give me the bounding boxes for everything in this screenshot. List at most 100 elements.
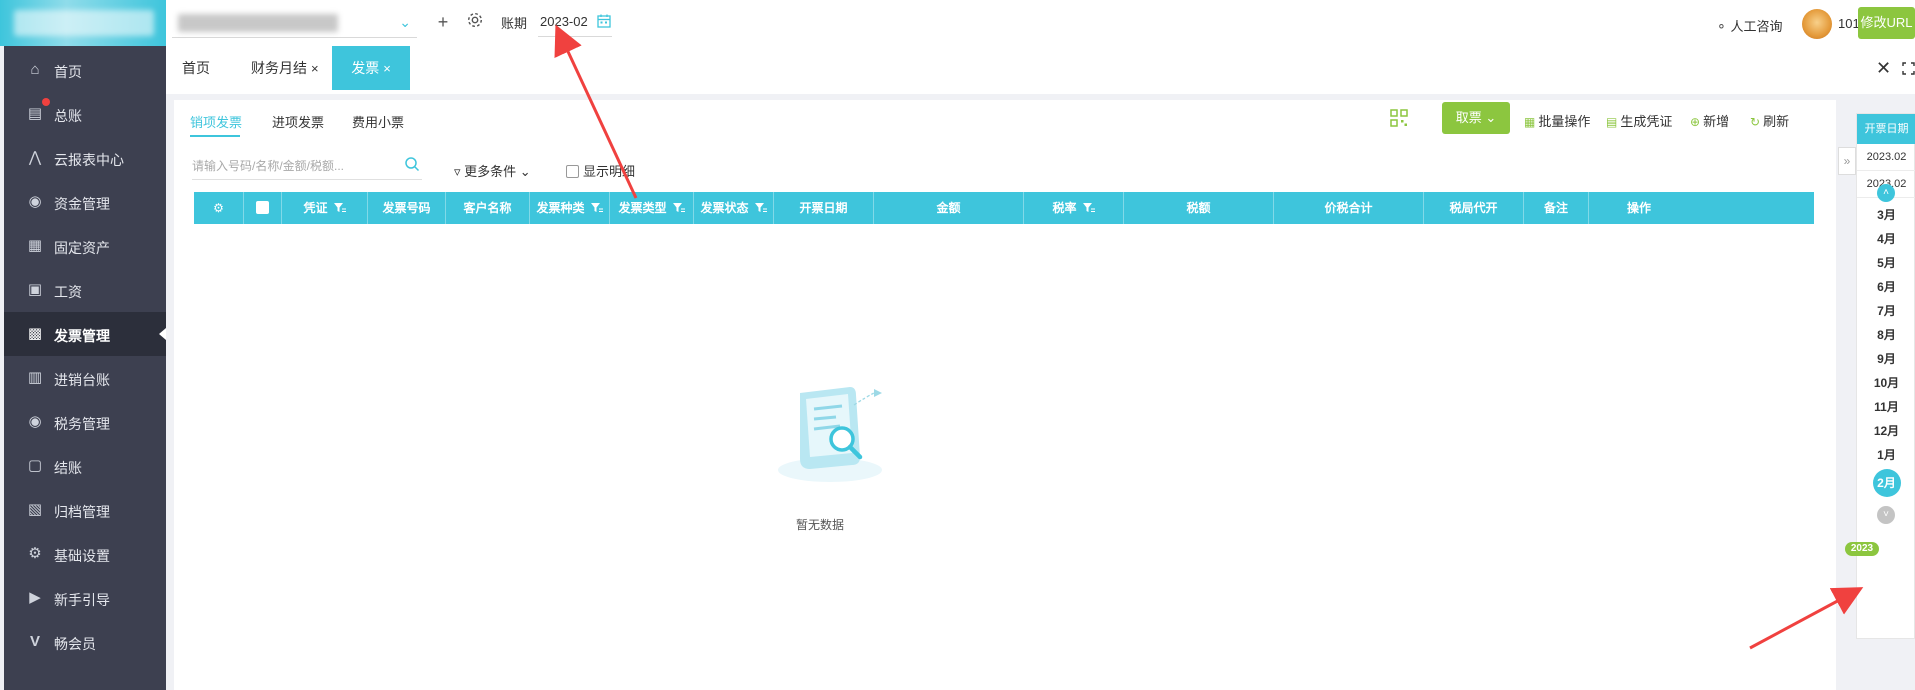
rail-month-selected[interactable]: 2月 [1857, 469, 1915, 499]
subtab-expense-receipt[interactable]: 费用小票 [352, 112, 404, 131]
sidebar-item-checkout[interactable]: ▢ 结账 [4, 444, 166, 488]
subtab-sales-invoice[interactable]: 销项发票 [190, 112, 242, 131]
sidebar-item-vip[interactable]: V 畅会员 [4, 620, 166, 664]
sidebar-item-label: 税务管理 [54, 416, 110, 432]
close-icon[interactable]: × [383, 61, 391, 76]
column-header-actions: 操作 [1626, 201, 1651, 215]
column-header-invoice-status[interactable]: 发票状态 [694, 192, 774, 224]
sidebar-item-inventory[interactable]: ▥ 进销台账 [4, 356, 166, 400]
rail-month[interactable]: 10月 [1857, 371, 1915, 395]
chevron-down-icon[interactable]: ˅ [1877, 506, 1895, 524]
column-header-voucher[interactable]: 凭证 [282, 192, 368, 224]
show-detail-checkbox[interactable]: 显示明细 [566, 161, 635, 180]
period-label: 账期 [501, 16, 528, 31]
search-field [192, 152, 422, 180]
company-name-redacted [178, 14, 338, 32]
column-settings[interactable]: ⚙ [194, 192, 244, 224]
gear-icon[interactable] [464, 11, 486, 33]
rail-month[interactable]: 1月 [1857, 443, 1915, 467]
qr-code-icon[interactable] [1390, 109, 1408, 127]
column-header-tax-rate[interactable]: 税率 [1024, 192, 1124, 224]
rail-date-from[interactable]: 2023.02 [1857, 144, 1915, 171]
rail-month[interactable]: 7月 [1857, 299, 1915, 323]
column-header-invoice-type[interactable]: 发票类型 [610, 192, 694, 224]
headset-icon: ⚬ [1716, 19, 1727, 34]
modify-url-button[interactable]: 修改URL [1858, 7, 1915, 39]
chevron-up-icon[interactable]: ˄ [1877, 184, 1895, 202]
fullscreen-icon[interactable] [1902, 62, 1915, 75]
logo [0, 0, 166, 46]
sidebar-item-label: 资金管理 [54, 196, 110, 212]
checkout-icon: ▢ [27, 457, 43, 474]
tab-invoice[interactable]: 发票 × [332, 46, 410, 90]
sidebar-item-funds[interactable]: ◉ 资金管理 [4, 180, 166, 224]
filter-icon[interactable] [754, 203, 767, 213]
sidebar-item-label: 结账 [54, 460, 82, 476]
sidebar-item-label: 工资 [54, 284, 82, 300]
select-all-checkbox[interactable] [256, 201, 269, 214]
active-tab-indicator [190, 135, 240, 137]
close-all-icon[interactable]: ✕ [1876, 58, 1891, 79]
sidebar-item-reports[interactable]: ⋀ 云报表中心 [4, 136, 166, 180]
sidebar-item-label: 固定资产 [54, 240, 110, 256]
rail-collapse-toggle[interactable]: » [1838, 147, 1856, 175]
add-icon[interactable]: + [432, 11, 454, 33]
close-icon[interactable]: × [311, 61, 319, 76]
filter-icon[interactable] [672, 203, 685, 213]
empty-state-illustration [778, 387, 882, 482]
batch-operation-button[interactable]: ▦ 批量操作 [1524, 111, 1590, 130]
sidebar-item-home[interactable]: ⌂ 首页 [4, 48, 166, 92]
subtab-purchase-invoice[interactable]: 进项发票 [272, 112, 324, 131]
company-select[interactable]: ⌄ [172, 8, 417, 38]
checkbox[interactable] [566, 165, 579, 178]
search-icon[interactable] [404, 156, 420, 172]
refresh-button[interactable]: ↻ 刷新 [1750, 111, 1789, 130]
rail-month[interactable]: 4月 [1857, 227, 1915, 251]
rail-month[interactable]: 5月 [1857, 251, 1915, 275]
sidebar-item-ledger[interactable]: ▤ 总账 [4, 92, 166, 136]
rail-month[interactable]: 9月 [1857, 347, 1915, 371]
money-bag-icon: ◉ [28, 193, 42, 210]
tab-actions: ✕ [1860, 46, 1915, 94]
tab-month-end[interactable]: 财务月结 × [251, 46, 319, 90]
gear-icon: ⚙ [28, 545, 42, 562]
asset-icon: ▦ [27, 237, 43, 254]
rail-month[interactable]: 3月 [1857, 203, 1915, 227]
select-all[interactable] [244, 192, 282, 224]
generate-voucher-button[interactable]: ▤ 生成凭证 [1606, 111, 1672, 130]
sidebar-item-assets[interactable]: ▦ 固定资产 [4, 224, 166, 268]
sidebar-item-guide[interactable]: ▶ 新手引导 [4, 576, 166, 620]
tab-label: 首页 [182, 60, 210, 76]
sidebar-item-salary[interactable]: ▣ 工资 [4, 268, 166, 312]
more-conditions-dropdown[interactable]: ▿ 更多条件 ⌄ [454, 161, 531, 180]
plus-circle-icon: ⊕ [1690, 115, 1701, 129]
column-header-tax-bureau: 税局代开 [1424, 192, 1524, 224]
sidebar-item-label: 基础设置 [54, 548, 110, 564]
sidebar-item-label: 云报表中心 [54, 152, 124, 168]
rail-month[interactable]: 11月 [1857, 395, 1915, 419]
sidebar-item-settings[interactable]: ⚙ 基础设置 [4, 532, 166, 576]
column-header-invoice-kind[interactable]: 发票种类 [530, 192, 610, 224]
avatar[interactable] [1802, 9, 1832, 39]
filter-icon[interactable] [1082, 203, 1095, 213]
fetch-label: 取票 [1455, 110, 1482, 125]
ledger-icon: ▤ [27, 105, 43, 122]
add-button[interactable]: ⊕ 新增 [1690, 111, 1729, 130]
filter-icon[interactable] [590, 203, 603, 213]
rail-month[interactable]: 8月 [1857, 323, 1915, 347]
rail-month[interactable]: 12月 [1857, 419, 1915, 443]
inventory-icon: ▥ [27, 369, 43, 386]
column-header-tax-amount: 税额 [1124, 192, 1274, 224]
tab-home[interactable]: 首页 [182, 46, 210, 90]
fetch-invoice-button[interactable]: 取票 ⌄ [1442, 102, 1510, 134]
consult-link[interactable]: ⚬ 人工咨询 [1716, 16, 1783, 35]
sidebar-item-label: 归档管理 [54, 504, 110, 520]
period-picker[interactable]: 2023-02 [538, 9, 612, 37]
search-input[interactable] [192, 154, 392, 178]
sidebar-item-archive[interactable]: ▧ 归档管理 [4, 488, 166, 532]
sidebar-item-invoice[interactable]: ▩ 发票管理 [4, 312, 166, 356]
rail-month[interactable]: 6月 [1857, 275, 1915, 299]
filter-icon[interactable] [333, 203, 346, 213]
page-tabs: 首页 财务月结 × 发票 × [166, 46, 1866, 94]
sidebar-item-tax[interactable]: ◉ 税务管理 [4, 400, 166, 444]
